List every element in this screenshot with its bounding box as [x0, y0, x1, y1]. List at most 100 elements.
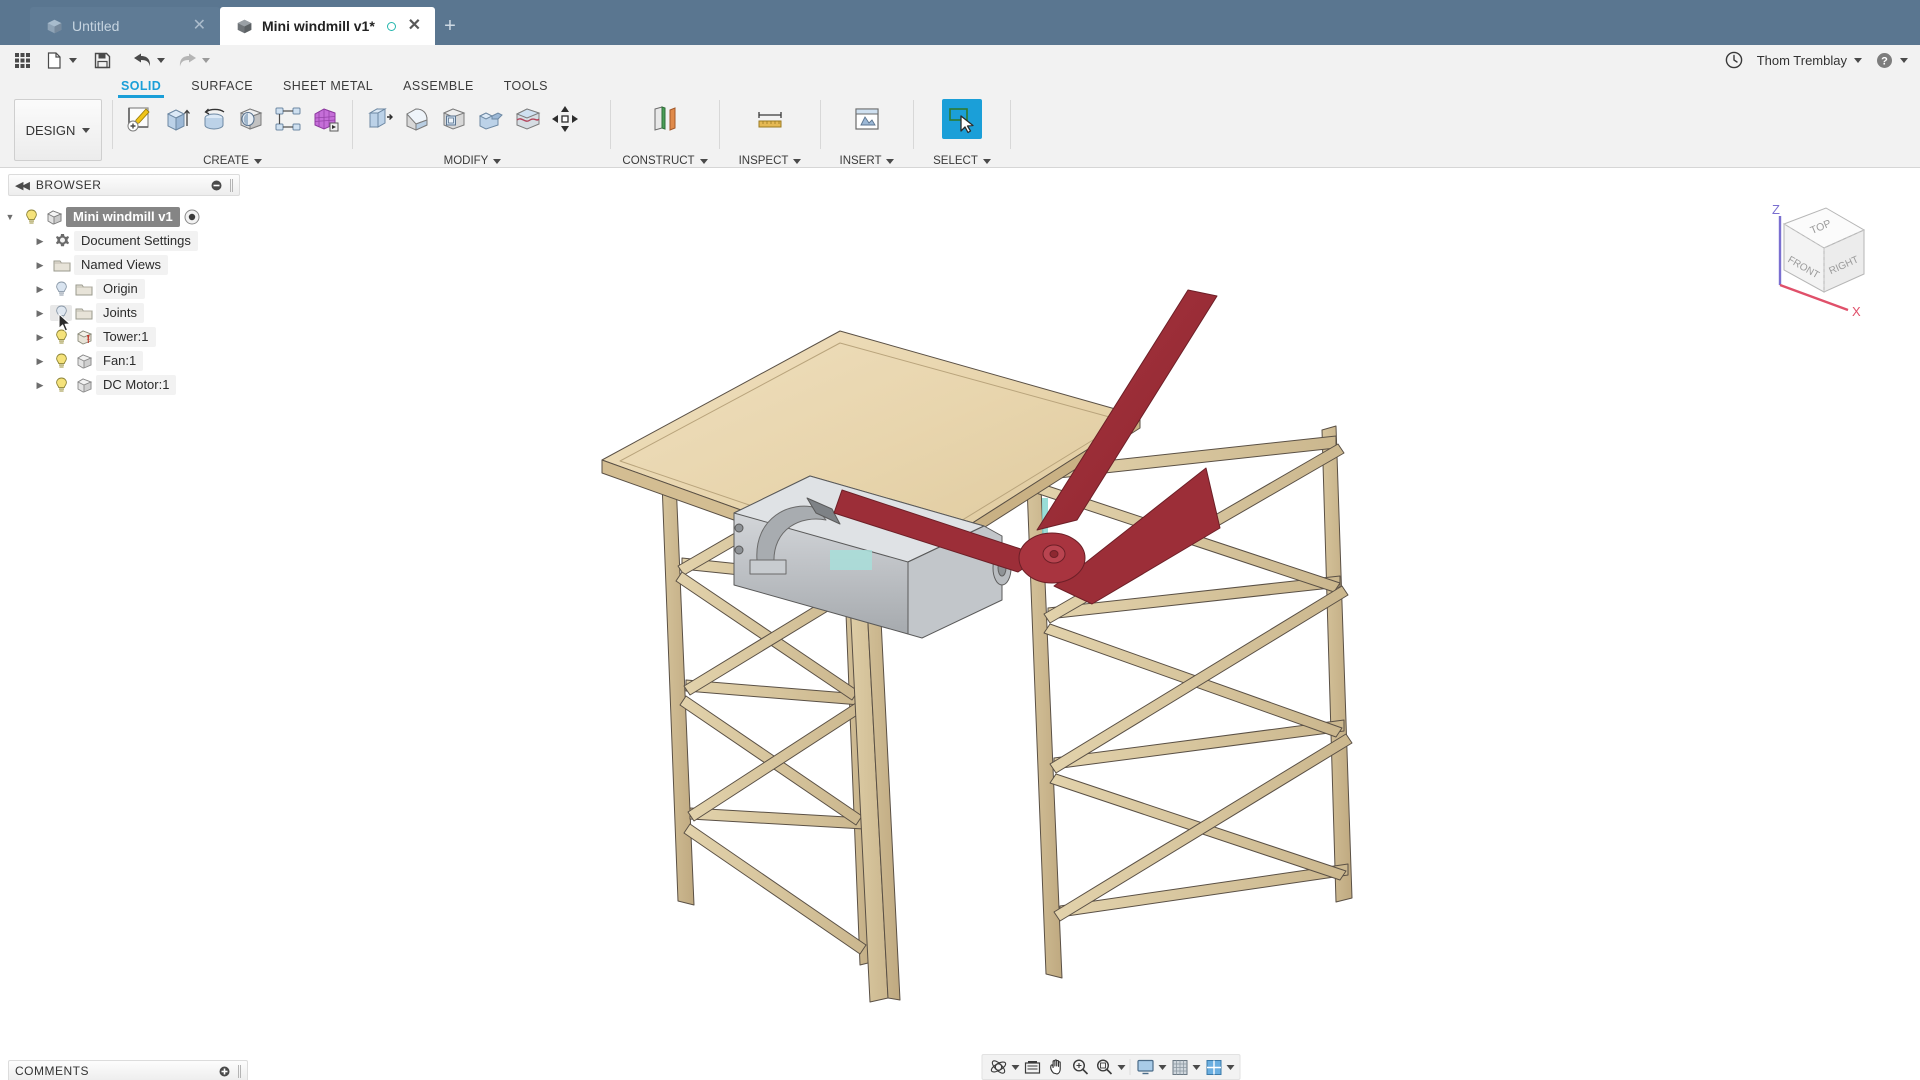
viewports-caret-icon[interactable]: [1226, 1064, 1235, 1070]
browser-node-fan[interactable]: ▶ Fan:1: [0, 349, 302, 373]
navigation-bar: [981, 1054, 1241, 1080]
undo-caret-icon[interactable]: [157, 57, 165, 63]
grid-snaps-icon[interactable]: [1169, 1056, 1191, 1078]
panel-label-create[interactable]: CREATE: [117, 155, 348, 167]
comments-add-icon[interactable]: [219, 1066, 230, 1077]
chevron-down-icon: [82, 127, 91, 133]
close-icon[interactable]: ✕: [193, 18, 206, 34]
hole-icon[interactable]: [233, 99, 269, 139]
document-tab-mini-windmill[interactable]: Mini windmill v1* ✕: [220, 7, 435, 45]
combine-icon[interactable]: [473, 99, 509, 139]
expand-arrow-icon[interactable]: ▶: [30, 260, 50, 271]
comments-title: COMMENTS: [15, 1064, 89, 1078]
orbit-caret-icon[interactable]: [1011, 1064, 1020, 1070]
browser-node-mini-windmill[interactable]: ▼ Mini windmill v1: [0, 205, 302, 229]
ribbon-tab-assemble[interactable]: ASSEMBLE: [388, 75, 489, 98]
view-cube[interactable]: Z X TOP FRONT RIGHT: [1748, 190, 1878, 320]
browser-node-tower[interactable]: ▶ Tower:1: [0, 325, 302, 349]
ribbon-panel-create: CREATE: [117, 97, 348, 168]
app-grid-icon[interactable]: [7, 47, 37, 73]
expand-arrow-icon[interactable]: ▶: [30, 308, 50, 319]
workspace-switcher-button[interactable]: DESIGN: [14, 99, 102, 161]
chevron-down-icon: [793, 158, 802, 164]
pattern-icon[interactable]: [270, 99, 306, 139]
offset-plane-icon[interactable]: [645, 99, 685, 139]
fillet-icon[interactable]: [399, 99, 435, 139]
browser-node-document-settings[interactable]: ▶ Document Settings: [0, 229, 302, 253]
visibility-bulb-icon[interactable]: [50, 353, 72, 369]
select-icon[interactable]: [942, 99, 982, 139]
expand-arrow-icon[interactable]: ▶: [30, 380, 50, 391]
visibility-bulb-icon[interactable]: [50, 377, 72, 393]
ribbon-tab-surface[interactable]: SURFACE: [176, 75, 268, 98]
ribbon-tab-tools[interactable]: TOOLS: [489, 75, 563, 98]
ribbon-tab-sheet-metal[interactable]: SHEET METAL: [268, 75, 388, 98]
new-tab-button[interactable]: +: [435, 7, 465, 45]
panel-label-construct[interactable]: CONSTRUCT: [615, 155, 715, 167]
panel-label-select[interactable]: SELECT: [918, 155, 1006, 167]
3d-canvas[interactable]: Z X TOP FRONT RIGHT: [302, 168, 1920, 1080]
close-icon[interactable]: ✕: [408, 18, 421, 34]
cube-icon: [47, 19, 62, 33]
save-icon[interactable]: [87, 47, 117, 73]
file-menu-caret-icon[interactable]: [69, 57, 77, 63]
user-menu[interactable]: Thom Tremblay: [1757, 53, 1862, 68]
redo-caret-icon[interactable]: [202, 57, 210, 63]
panel-divider: [719, 100, 720, 149]
chevron-down-icon: [982, 158, 991, 164]
comments-panel: COMMENTS: [8, 1060, 302, 1080]
move-copy-icon[interactable]: [547, 99, 583, 139]
browser-node-named-views[interactable]: ▶ Named Views: [0, 253, 302, 277]
panel-divider: [112, 100, 113, 149]
insert-mcmaster-icon[interactable]: [847, 99, 887, 139]
help-menu[interactable]: ?: [1876, 52, 1908, 69]
split-face-icon[interactable]: [510, 99, 546, 139]
ribbon-tab-solid[interactable]: SOLID: [106, 75, 176, 98]
undo-icon[interactable]: [127, 47, 157, 73]
display-settings-icon[interactable]: [1135, 1056, 1157, 1078]
orbit-icon[interactable]: [988, 1056, 1010, 1078]
revolve-icon[interactable]: [196, 99, 232, 139]
look-at-icon[interactable]: [1022, 1056, 1044, 1078]
panel-resize-handle[interactable]: [230, 178, 233, 192]
file-icon[interactable]: [39, 47, 69, 73]
expand-arrow-icon[interactable]: ▶: [30, 356, 50, 367]
zoom-icon[interactable]: [1070, 1056, 1092, 1078]
expand-arrow-icon[interactable]: ▶: [30, 236, 50, 247]
zoom-caret-icon[interactable]: [1117, 1064, 1126, 1070]
grid-caret-icon[interactable]: [1192, 1064, 1201, 1070]
document-tab-untitled[interactable]: Untitled ✕: [30, 7, 220, 45]
cube-icon: [237, 19, 252, 33]
viewports-icon[interactable]: [1203, 1056, 1225, 1078]
create-form-icon[interactable]: [307, 99, 343, 139]
measure-icon[interactable]: [750, 99, 790, 139]
extrude-icon[interactable]: [159, 99, 195, 139]
panel-label-inspect[interactable]: INSPECT: [724, 155, 816, 167]
expand-arrow-icon[interactable]: ▼: [0, 212, 20, 222]
expand-arrow-icon[interactable]: ▶: [30, 332, 50, 343]
visibility-bulb-icon[interactable]: [50, 305, 72, 332]
browser-minimize-icon[interactable]: [211, 180, 222, 191]
browser-node-dc-motor[interactable]: ▶ DC Motor:1: [0, 373, 302, 397]
recent-documents-icon[interactable]: [1725, 51, 1743, 69]
browser-node-joints[interactable]: ▶ Joints: [0, 301, 302, 332]
visibility-toggle-icon[interactable]: [184, 209, 200, 225]
document-tab-strip: Untitled ✕ Mini windmill v1* ✕ +: [0, 0, 1920, 45]
visibility-bulb-icon[interactable]: [20, 209, 42, 225]
expand-arrow-icon[interactable]: ▶: [30, 284, 50, 295]
display-caret-icon[interactable]: [1158, 1064, 1167, 1070]
browser-node-label: Fan:1: [96, 351, 144, 371]
browser-node-origin[interactable]: ▶ Origin: [0, 277, 302, 301]
collapse-icon[interactable]: ◀◀: [15, 179, 30, 192]
pan-icon[interactable]: [1046, 1056, 1068, 1078]
ribbon-tab-list: SOLID SURFACE SHEET METAL ASSEMBLE TOOLS: [106, 75, 563, 98]
press-pull-icon[interactable]: [362, 99, 398, 139]
comments-resize-handle[interactable]: [238, 1064, 241, 1078]
redo-icon[interactable]: [172, 47, 202, 73]
visibility-bulb-icon[interactable]: [50, 281, 72, 297]
panel-label-insert[interactable]: INSERT: [825, 155, 909, 167]
panel-label-modify[interactable]: MODIFY: [357, 155, 588, 167]
create-sketch-icon[interactable]: [122, 99, 158, 139]
zoom-window-icon[interactable]: [1094, 1056, 1116, 1078]
shell-icon[interactable]: [436, 99, 472, 139]
